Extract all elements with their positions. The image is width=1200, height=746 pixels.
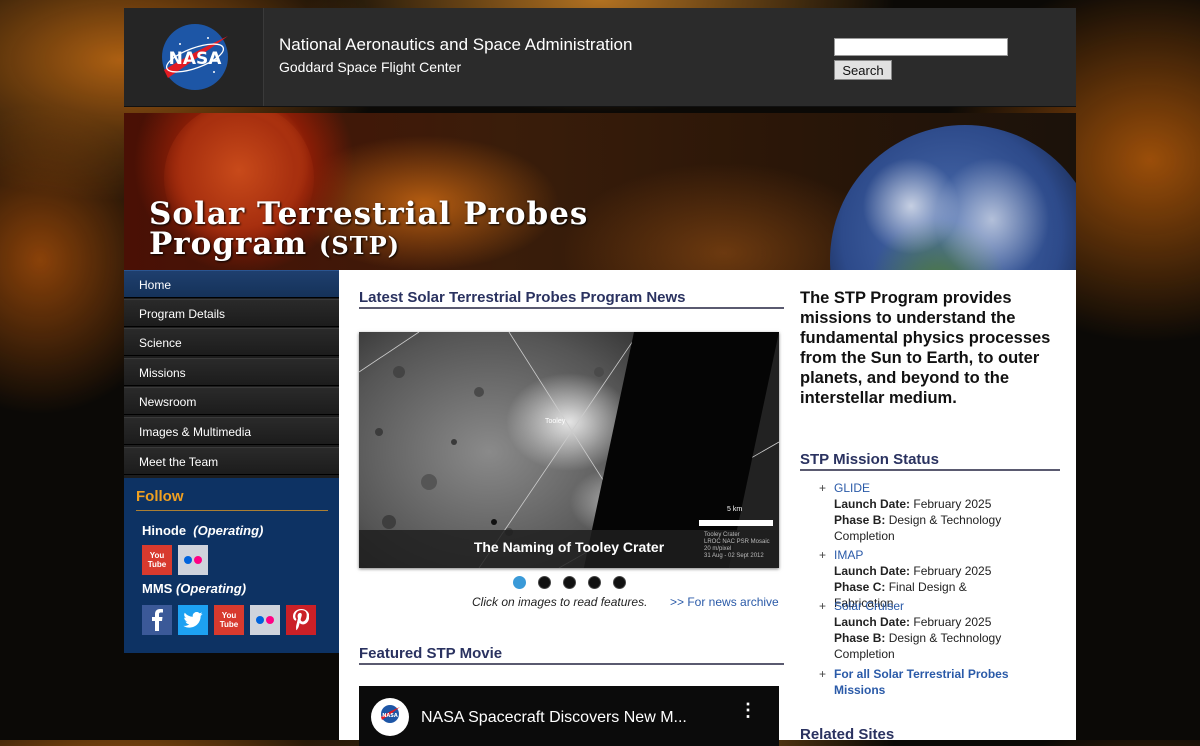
related-sites-title: Related Sites: [800, 726, 895, 743]
youtube-icon-text: You Tube: [219, 611, 239, 629]
slide-dot-5[interactable]: [613, 576, 626, 589]
mission-link-imap[interactable]: IMAP: [834, 547, 1029, 563]
banner: Solar Terrestrial Probes Program (STP): [124, 113, 1076, 270]
slide-dot-3[interactable]: [563, 576, 576, 589]
mms-status: (Operating): [175, 581, 247, 596]
mms-name: MMS: [142, 581, 173, 596]
search-button[interactable]: Search: [834, 60, 892, 80]
mms-pinterest-icon[interactable]: [286, 605, 316, 635]
follow-title: Follow: [136, 488, 184, 505]
nav-item-newsroom[interactable]: Newsroom: [124, 387, 339, 415]
follow-divider: [136, 510, 328, 511]
search-input[interactable]: [834, 38, 1008, 56]
news-archive-link[interactable]: >> For news archive: [670, 595, 779, 609]
phase-label: Phase B:: [834, 513, 886, 527]
launch-date-label: Launch Date:: [834, 564, 911, 578]
status-item-solar-cruiser: + Solar Cruiser Launch Date: February 20…: [819, 598, 1029, 662]
phase-label: Phase C:: [834, 580, 886, 594]
feature-image[interactable]: Tooley 5 km Tooley Crater LROC NAC PSR M…: [359, 332, 779, 568]
video-more-icon[interactable]: ⋮: [739, 701, 757, 719]
nav-item-home[interactable]: Home: [124, 270, 339, 298]
feature-caption: The Naming of Tooley Crater: [473, 539, 665, 555]
nav-item-program-details[interactable]: Program Details: [124, 299, 339, 327]
mms-flickr-icon[interactable]: [250, 605, 280, 635]
logo-cell: NASA: [124, 8, 264, 106]
slide-dot-2[interactable]: [538, 576, 551, 589]
intro-text-before: The: [800, 289, 834, 307]
banner-title: Solar Terrestrial Probes Program (STP): [149, 199, 588, 261]
follow-box: Follow Hinode (Operating) You Tube MMS (…: [124, 478, 339, 653]
hinode-label: Hinode (Operating): [142, 523, 263, 538]
scale-label: 5 km: [727, 506, 743, 513]
plus-icon: +: [819, 667, 827, 681]
nav-item-science[interactable]: Science: [124, 328, 339, 356]
mms-label: MMS (Operating): [142, 581, 246, 596]
nasa-avatar-text: NASA: [382, 713, 398, 719]
mms-youtube-icon[interactable]: You Tube: [214, 605, 244, 635]
launch-date-value: February 2025: [913, 497, 992, 511]
banner-title-abbr: (STP): [319, 231, 400, 260]
scale-bar: [699, 520, 773, 526]
featured-movie-player[interactable]: NASA NASA Spacecraft Discovers New M... …: [359, 686, 779, 746]
hinode-status: (Operating): [193, 523, 264, 538]
nasa-logo[interactable]: NASA: [160, 22, 230, 92]
mission-link-solar-cruiser[interactable]: Solar Cruiser: [834, 598, 1029, 614]
main-content: Latest Solar Terrestrial Probes Program …: [339, 270, 1076, 746]
banner-title-program: Program: [149, 226, 308, 262]
slide-dot-4[interactable]: [588, 576, 601, 589]
phase-label: Phase B:: [834, 631, 886, 645]
agency-name: National Aeronautics and Space Administr…: [279, 35, 633, 54]
video-title[interactable]: NASA Spacecraft Discovers New M...: [421, 709, 687, 727]
launch-date-value: February 2025: [913, 615, 992, 629]
mms-facebook-icon[interactable]: [142, 605, 172, 635]
mission-status-title: STP Mission Status: [800, 451, 1060, 471]
launch-date-value: February 2025: [913, 564, 992, 578]
image-credit-line: Tooley Crater: [704, 532, 740, 538]
nasa-logo-text: NASA: [169, 49, 223, 69]
status-item-all-missions: + For all Solar Terrestrial Probes Missi…: [819, 666, 1029, 698]
phase: Phase B: Design & Technology Completion: [834, 512, 1029, 544]
status-item-glide: + GLIDE Launch Date: February 2025 Phase…: [819, 480, 1029, 544]
news-section-title: Latest Solar Terrestrial Probes Program …: [359, 289, 784, 309]
hinode-youtube-icon[interactable]: You Tube: [142, 545, 172, 575]
mission-link-glide[interactable]: GLIDE: [834, 480, 1029, 496]
banner-title-line2: Program (STP): [149, 229, 588, 261]
youtube-icon-text: You Tube: [147, 551, 167, 569]
hinode-flickr-icon[interactable]: [178, 545, 208, 575]
crater-label: Tooley: [545, 418, 566, 425]
launch-date: Launch Date: February 2025: [834, 563, 1029, 579]
nav-item-meet-the-team[interactable]: Meet the Team: [124, 447, 339, 475]
plus-icon: +: [819, 481, 827, 495]
nasa-avatar-icon: NASA: [381, 705, 400, 723]
hinode-name: Hinode: [142, 523, 187, 538]
program-intro: The STP Program provides missions to und…: [800, 288, 1055, 408]
banner-title-line1: Solar Terrestrial Probes: [149, 196, 589, 232]
plus-icon: +: [819, 599, 827, 613]
nav-item-images-multimedia[interactable]: Images & Multimedia: [124, 417, 339, 445]
site-header: NASA National Aeronautics and Space Admi…: [124, 8, 1076, 107]
launch-date: Launch Date: February 2025: [834, 614, 1029, 630]
channel-avatar[interactable]: NASA: [371, 698, 409, 736]
click-hint: Click on images to read features.: [472, 595, 648, 609]
launch-date: Launch Date: February 2025: [834, 496, 1029, 512]
mms-twitter-icon[interactable]: [178, 605, 208, 635]
intro-text-bold: STP: [833, 289, 866, 307]
phase: Phase B: Design & Technology Completion: [834, 630, 1029, 662]
nav-item-missions[interactable]: Missions: [124, 358, 339, 386]
sidebar: Home Program Details Science Missions Ne…: [124, 270, 339, 653]
slide-dot-1[interactable]: [513, 576, 526, 589]
all-missions-link[interactable]: For all Solar Terrestrial Probes Mission…: [834, 666, 1029, 698]
plus-icon: +: [819, 548, 827, 562]
center-name: Goddard Space Flight Center: [279, 59, 462, 75]
launch-date-label: Launch Date:: [834, 615, 911, 629]
launch-date-label: Launch Date:: [834, 497, 911, 511]
earth-image: [830, 125, 1076, 270]
movie-section-title: Featured STP Movie: [359, 645, 784, 665]
